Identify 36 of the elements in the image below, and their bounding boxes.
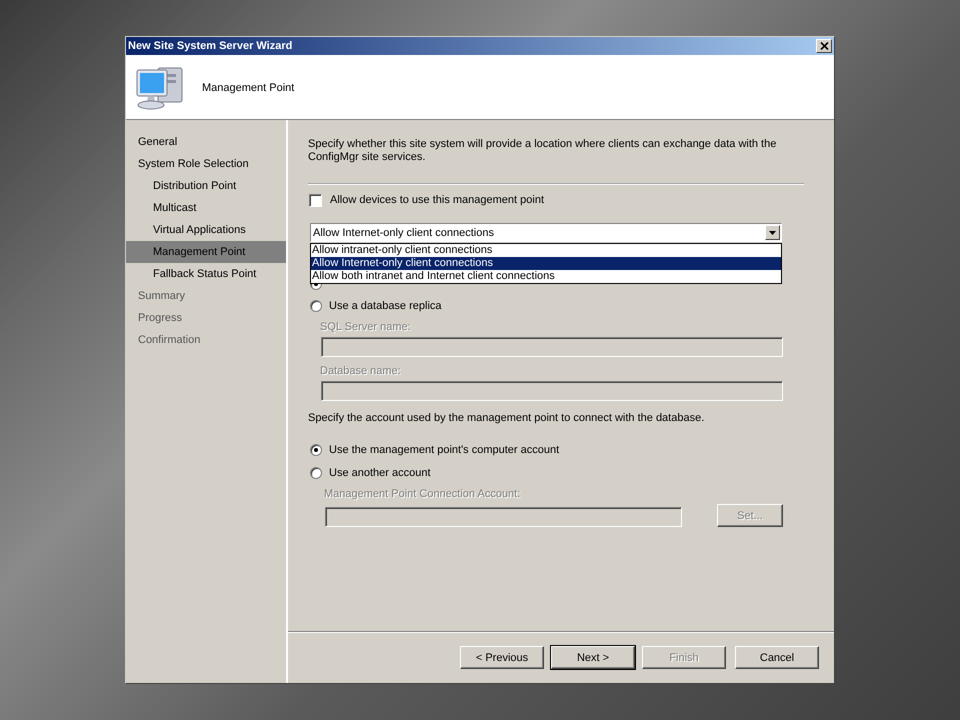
radio-button[interactable] xyxy=(310,444,322,456)
close-icon xyxy=(820,42,828,50)
radio-button[interactable] xyxy=(310,467,322,479)
sidebar-item[interactable]: Management Point xyxy=(126,241,286,263)
input-field[interactable] xyxy=(321,337,783,357)
radio-label: Use a database replica xyxy=(329,300,442,312)
page-heading: Management Point xyxy=(202,82,294,94)
dropdown-option[interactable]: Allow Internet-only client connections xyxy=(311,257,781,270)
sidebar-item[interactable]: Distribution Point xyxy=(126,175,286,197)
input-field[interactable] xyxy=(325,507,682,527)
field-label: Management Point Connection Account: xyxy=(324,488,520,501)
account-prompt: Specify the account used by the management point to connect with the database. xyxy=(308,412,706,425)
checkbox[interactable] xyxy=(309,194,322,206)
sidebar-item[interactable]: Fallback Status Point xyxy=(126,263,286,285)
connection-dropdown[interactable]: Allow Internet-only client connections xyxy=(310,223,782,242)
radio-label: Use the management point's computer account xyxy=(329,444,560,456)
sidebar-item[interactable]: Virtual Applications xyxy=(126,219,286,241)
sidebar-item[interactable]: System Role Selection xyxy=(126,153,286,175)
dropdown-arrow-button[interactable] xyxy=(765,225,780,240)
window-title: New Site System Server Wizard xyxy=(128,40,292,52)
intro-text: Specify whether this site system will provide a location where clients can exchange data with the ConfigMgr site services. xyxy=(308,138,778,164)
sidebar-item[interactable]: Multicast xyxy=(126,197,286,219)
radio-label: Use another account xyxy=(329,467,431,479)
field-label: Database name: xyxy=(320,365,401,378)
dropdown-option[interactable]: Allow both intranet and Internet client connections xyxy=(311,270,781,283)
close-button[interactable] xyxy=(816,39,832,53)
wizard-button[interactable]: Cancel xyxy=(735,646,819,669)
dropdown-option[interactable]: Allow intranet-only client connections xyxy=(311,244,781,257)
field-label: SQL Server name: xyxy=(320,321,411,334)
input-field[interactable] xyxy=(321,381,783,401)
radio-button[interactable] xyxy=(310,300,322,312)
caret-icon xyxy=(769,230,776,234)
wizard-button[interactable]: < Previous xyxy=(460,646,544,669)
checkbox-label: Allow devices to use this management point xyxy=(330,194,544,206)
sidebar-item[interactable]: General xyxy=(126,131,286,153)
wizard-button[interactable]: Next > xyxy=(551,646,635,669)
